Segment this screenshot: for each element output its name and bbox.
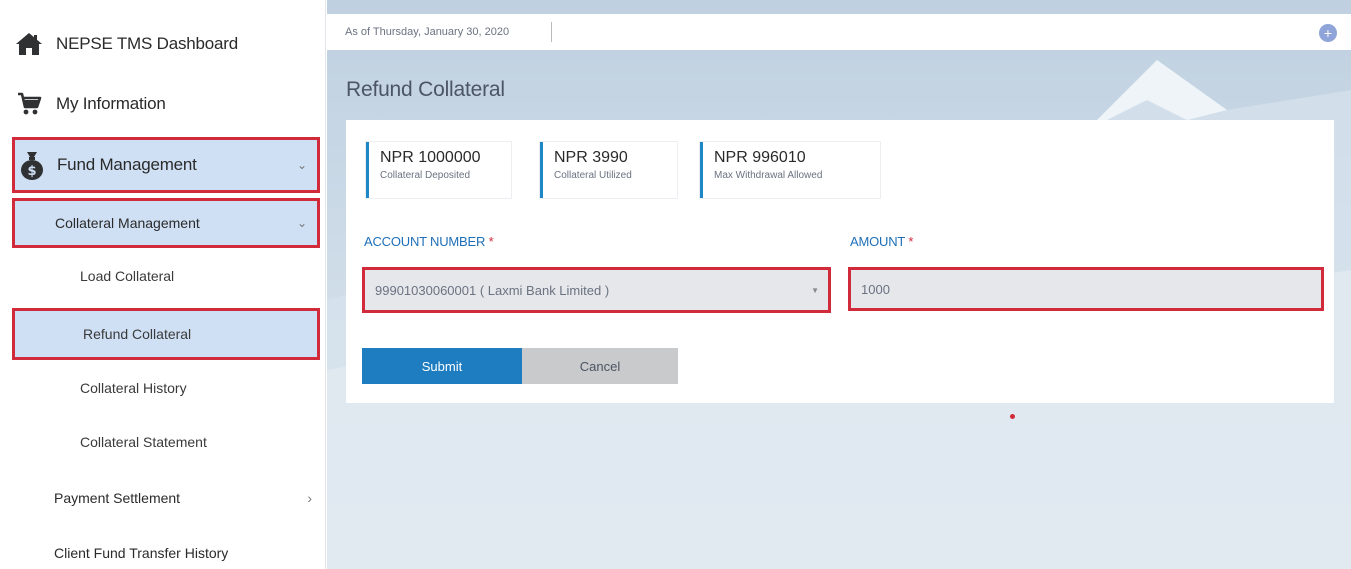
- divider: [551, 22, 552, 42]
- select-value: 99901030060001 ( Laxmi Bank Limited ): [375, 282, 610, 298]
- page-title: Refund Collateral: [346, 78, 505, 101]
- stat-label: Collateral Deposited: [380, 170, 471, 181]
- sidebar-item-dashboard[interactable]: NEPSE TMS Dashboard: [0, 16, 326, 72]
- sidebar-item-label: Collateral Management: [55, 215, 200, 231]
- stat-label: Max Withdrawal Allowed: [714, 170, 823, 181]
- amount-label: AMOUNT *: [850, 234, 913, 249]
- stat-collateral-deposited: NPR 1000000 Collateral Deposited: [366, 142, 511, 198]
- sidebar-item-label: My Information: [56, 94, 166, 113]
- sidebar-item-collateral-statement[interactable]: Collateral Statement: [0, 416, 326, 468]
- sidebar-item-label: Fund Management: [57, 155, 197, 174]
- sidebar-item-label: Refund Collateral: [83, 326, 192, 342]
- sidebar-item-label: NEPSE TMS Dashboard: [56, 34, 239, 53]
- sidebar-item-refund-collateral[interactable]: Refund Collateral: [12, 308, 320, 360]
- sidebar-item-collateral-management[interactable]: Collateral Management ⌄: [12, 198, 320, 248]
- sidebar-item-collateral-history[interactable]: Collateral History: [0, 362, 326, 414]
- cancel-button[interactable]: Cancel: [522, 348, 678, 384]
- account-number-label: ACCOUNT NUMBER *: [364, 234, 494, 249]
- required-mark: *: [488, 234, 494, 249]
- top-bar: As of Thursday, January 30, 2020 +: [327, 14, 1351, 50]
- stat-label: Collateral Utilized: [554, 170, 632, 181]
- chevron-down-icon: ⌄: [296, 216, 307, 230]
- chevron-right-icon: ›: [307, 490, 312, 506]
- sidebar-item-label: Payment Settlement: [54, 490, 181, 506]
- cart-icon: [14, 89, 44, 119]
- sidebar: NEPSE TMS Dashboard My Information $ Fun…: [0, 0, 326, 569]
- marker-dot: [1010, 414, 1015, 419]
- home-icon: [14, 29, 44, 59]
- sidebar-item-load-collateral[interactable]: Load Collateral: [0, 250, 326, 302]
- sidebar-item-fund-management[interactable]: $ Fund Management ⌄: [12, 137, 320, 193]
- add-icon[interactable]: +: [1319, 24, 1337, 42]
- sidebar-item-client-fund-transfer-history[interactable]: Client Fund Transfer History: [0, 527, 326, 569]
- date-text: As of Thursday, January 30, 2020: [345, 26, 510, 38]
- amount-input[interactable]: 1000: [848, 267, 1324, 311]
- input-value: 1000: [861, 281, 890, 297]
- sidebar-item-my-information[interactable]: My Information: [0, 76, 326, 132]
- dropdown-arrow-icon: ▼: [811, 285, 819, 295]
- main-content: As of Thursday, January 30, 2020 + Refun…: [327, 0, 1351, 569]
- refund-form-card: NPR 1000000 Collateral Deposited NPR 399…: [346, 120, 1334, 403]
- stat-value: NPR 3990: [554, 149, 628, 166]
- sidebar-item-label: Collateral History: [80, 380, 187, 396]
- stat-value: NPR 1000000: [380, 149, 481, 166]
- stat-value: NPR 996010: [714, 149, 806, 166]
- chevron-down-icon: ⌄: [296, 158, 307, 172]
- money-bag-icon: $: [17, 150, 47, 180]
- stat-collateral-utilized: NPR 3990 Collateral Utilized: [540, 142, 677, 198]
- label-text: ACCOUNT NUMBER: [364, 234, 486, 249]
- submit-button[interactable]: Submit: [362, 348, 522, 384]
- account-number-select[interactable]: 99901030060001 ( Laxmi Bank Limited ) ▼: [362, 267, 831, 313]
- required-mark: *: [908, 234, 914, 249]
- sidebar-item-payment-settlement[interactable]: Payment Settlement ›: [0, 472, 326, 524]
- sidebar-item-label: Load Collateral: [80, 268, 175, 284]
- label-text: AMOUNT: [850, 234, 905, 249]
- svg-text:$: $: [27, 164, 36, 179]
- sidebar-item-label: Collateral Statement: [80, 434, 207, 450]
- stat-max-withdrawal: NPR 996010 Max Withdrawal Allowed: [700, 142, 880, 198]
- sidebar-item-label: Client Fund Transfer History: [54, 545, 229, 561]
